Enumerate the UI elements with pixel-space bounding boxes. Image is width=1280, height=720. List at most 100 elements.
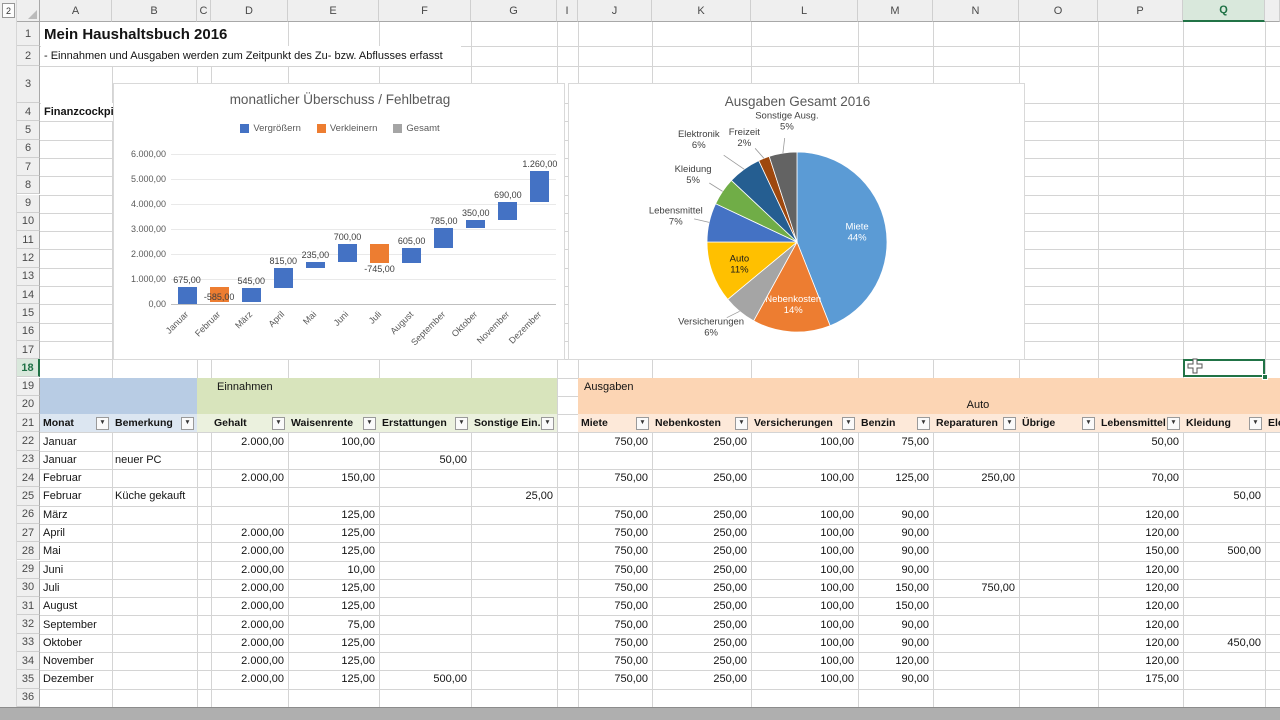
cell-P33[interactable]: 120,00 <box>1098 634 1183 652</box>
waterfall-bar-September[interactable] <box>434 228 453 248</box>
cell-M31[interactable]: 150,00 <box>858 597 933 615</box>
cell-M22[interactable]: 75,00 <box>858 432 933 450</box>
row-header-22[interactable]: 22 <box>17 432 40 450</box>
cell-F23[interactable]: 50,00 <box>379 451 471 469</box>
cell-M27[interactable]: 90,00 <box>858 524 933 542</box>
cell-D31[interactable]: 2.000,00 <box>211 597 288 615</box>
cell-M28[interactable]: 90,00 <box>858 542 933 560</box>
row-header-36[interactable]: 36 <box>17 689 40 707</box>
row-header-2[interactable]: 2 <box>17 46 40 66</box>
cell-L33[interactable]: 100,00 <box>751 634 858 652</box>
cell-E32[interactable]: 75,00 <box>288 615 379 633</box>
cell-K34[interactable]: 250,00 <box>652 652 751 670</box>
cell-L28[interactable]: 100,00 <box>751 542 858 560</box>
cell-J27[interactable]: 750,00 <box>578 524 652 542</box>
cell-M30[interactable]: 150,00 <box>858 579 933 597</box>
waterfall-bar-Juli[interactable] <box>370 244 389 263</box>
cell-P35[interactable]: 175,00 <box>1098 670 1183 688</box>
cell-K32[interactable]: 250,00 <box>652 615 751 633</box>
cell-A26[interactable]: März <box>40 506 112 524</box>
row-header-31[interactable]: 31 <box>17 597 40 615</box>
cell-B23[interactable]: neuer PC <box>112 451 197 469</box>
outline-level-button[interactable]: 2 <box>2 3 15 18</box>
cell-A33[interactable]: Oktober <box>40 634 112 652</box>
cell-J35[interactable]: 750,00 <box>578 670 652 688</box>
cell-A28[interactable]: Mai <box>40 542 112 560</box>
column-header-K[interactable]: K <box>652 0 751 22</box>
cell-E31[interactable]: 125,00 <box>288 597 379 615</box>
select-all-corner[interactable] <box>17 0 40 22</box>
cell-M24[interactable]: 125,00 <box>858 469 933 487</box>
cell-K26[interactable]: 250,00 <box>652 506 751 524</box>
filter-button-O[interactable]: ▼ <box>1082 417 1095 430</box>
filter-button-N[interactable]: ▼ <box>1003 417 1016 430</box>
pie-chart[interactable]: Ausgaben Gesamt 2016Miete44%Nebenkosten1… <box>568 83 1025 360</box>
row-header-23[interactable]: 23 <box>17 451 40 469</box>
column-header-E[interactable]: E <box>288 0 379 22</box>
cell-E28[interactable]: 125,00 <box>288 542 379 560</box>
cell-J34[interactable]: 750,00 <box>578 652 652 670</box>
cell-D29[interactable]: 2.000,00 <box>211 561 288 579</box>
row-header-27[interactable]: 27 <box>17 524 40 542</box>
cell-E34[interactable]: 125,00 <box>288 652 379 670</box>
cell-K28[interactable]: 250,00 <box>652 542 751 560</box>
row-header-1[interactable]: 1 <box>17 22 40 46</box>
filter-button-K[interactable]: ▼ <box>735 417 748 430</box>
row-header-5[interactable]: 5 <box>17 121 40 139</box>
column-header-F[interactable]: F <box>379 0 471 22</box>
cell-L26[interactable]: 100,00 <box>751 506 858 524</box>
cell-F35[interactable]: 500,00 <box>379 670 471 688</box>
cell-E22[interactable]: 100,00 <box>288 432 379 450</box>
waterfall-bar-August[interactable] <box>402 248 421 263</box>
cell-E27[interactable]: 125,00 <box>288 524 379 542</box>
column-header-N[interactable]: N <box>933 0 1019 22</box>
waterfall-chart[interactable]: monatlicher Überschuss / FehlbetragVergr… <box>113 83 565 360</box>
cell-J22[interactable]: 750,00 <box>578 432 652 450</box>
cell-K27[interactable]: 250,00 <box>652 524 751 542</box>
filter-button-D[interactable]: ▼ <box>272 417 285 430</box>
row-header-7[interactable]: 7 <box>17 158 40 176</box>
row-header-14[interactable]: 14 <box>17 286 40 304</box>
filter-button-F[interactable]: ▼ <box>455 417 468 430</box>
cell-E33[interactable]: 125,00 <box>288 634 379 652</box>
cell-D33[interactable]: 2.000,00 <box>211 634 288 652</box>
cell-A23[interactable]: Januar <box>40 451 112 469</box>
row-header-34[interactable]: 34 <box>17 652 40 670</box>
cell-D22[interactable]: 2.000,00 <box>211 432 288 450</box>
cell-E26[interactable]: 125,00 <box>288 506 379 524</box>
row-header-16[interactable]: 16 <box>17 323 40 341</box>
cell-K24[interactable]: 250,00 <box>652 469 751 487</box>
row-header-4[interactable]: 4 <box>17 103 40 121</box>
row-header-6[interactable]: 6 <box>17 140 40 158</box>
filter-button-L[interactable]: ▼ <box>842 417 855 430</box>
cell-B25[interactable]: Küche gekauft <box>112 487 197 505</box>
column-header-A[interactable]: A <box>40 0 112 22</box>
cell-D28[interactable]: 2.000,00 <box>211 542 288 560</box>
cell-J32[interactable]: 750,00 <box>578 615 652 633</box>
cell-E35[interactable]: 125,00 <box>288 670 379 688</box>
column-header-G[interactable]: G <box>471 0 557 22</box>
cell-P31[interactable]: 120,00 <box>1098 597 1183 615</box>
cell-M34[interactable]: 120,00 <box>858 652 933 670</box>
cell-A22[interactable]: Januar <box>40 432 112 450</box>
cell-K31[interactable]: 250,00 <box>652 597 751 615</box>
filter-button-M[interactable]: ▼ <box>917 417 930 430</box>
waterfall-bar-Oktober[interactable] <box>466 220 485 229</box>
row-header-15[interactable]: 15 <box>17 304 40 322</box>
column-header-I[interactable]: I <box>557 0 578 22</box>
cell-P29[interactable]: 120,00 <box>1098 561 1183 579</box>
cell-L30[interactable]: 100,00 <box>751 579 858 597</box>
cell-P26[interactable]: 120,00 <box>1098 506 1183 524</box>
filter-button-G[interactable]: ▼ <box>541 417 554 430</box>
cell-D27[interactable]: 2.000,00 <box>211 524 288 542</box>
cell-J29[interactable]: 750,00 <box>578 561 652 579</box>
filter-button-E[interactable]: ▼ <box>363 417 376 430</box>
row-header-11[interactable]: 11 <box>17 231 40 249</box>
row-header-18[interactable]: 18 <box>17 359 40 377</box>
cell-M29[interactable]: 90,00 <box>858 561 933 579</box>
cell-K33[interactable]: 250,00 <box>652 634 751 652</box>
row-header-25[interactable]: 25 <box>17 487 40 505</box>
cell-A29[interactable]: Juni <box>40 561 112 579</box>
column-header-R[interactable] <box>1265 0 1280 22</box>
column-header-L[interactable]: L <box>751 0 858 22</box>
